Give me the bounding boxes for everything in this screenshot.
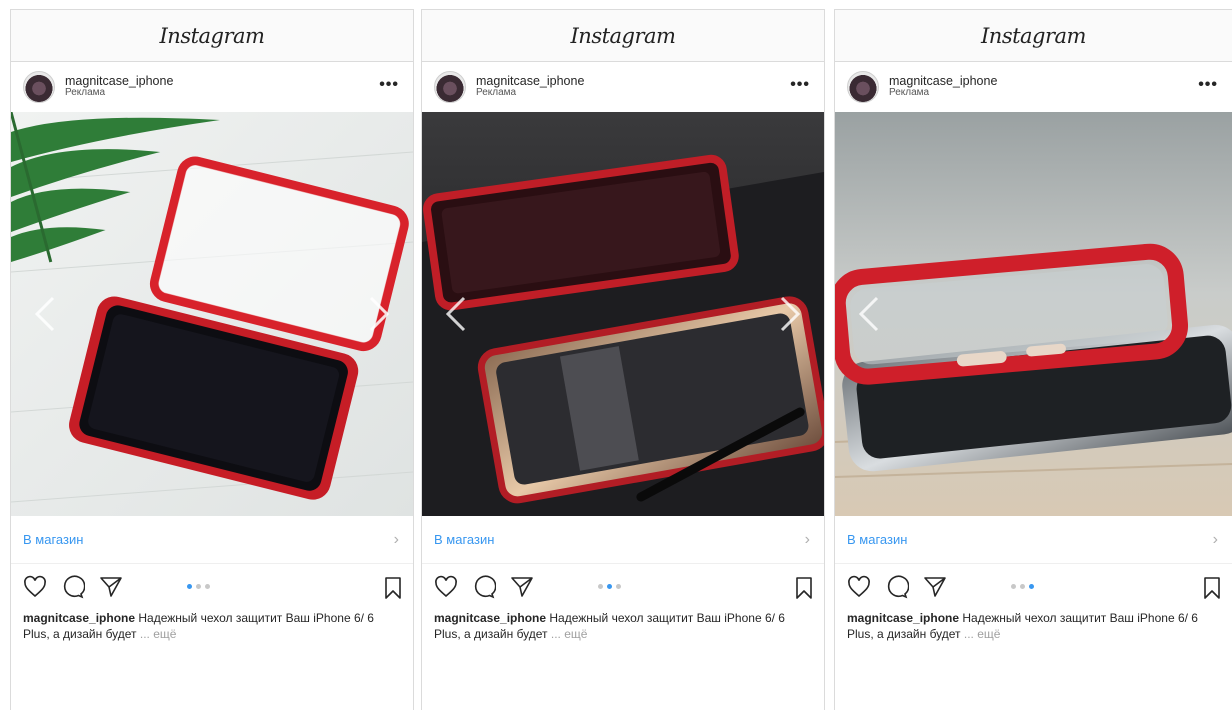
instagram-header: Instagram xyxy=(422,10,824,62)
comment-icon[interactable] xyxy=(61,575,86,599)
post-header: magnitcase_iphone Реклама ••• xyxy=(835,62,1232,112)
user-block: magnitcase_iphone Реклама xyxy=(476,75,584,99)
ad-card-3: Instagram magnitcase_iphone Реклама ••• xyxy=(834,9,1232,710)
chevron-left-icon[interactable] xyxy=(33,296,57,332)
chevron-right-icon: › xyxy=(804,530,810,548)
shop-now-link[interactable]: В магазин › xyxy=(835,516,1232,564)
product-photo-red-case xyxy=(11,112,413,516)
caption-username[interactable]: magnitcase_iphone xyxy=(847,611,959,625)
carousel-dot xyxy=(187,584,192,589)
sponsored-label: Реклама xyxy=(65,87,106,99)
action-bar xyxy=(422,564,824,610)
post-caption: magnitcase_iphone Надежный чехол защитит… xyxy=(835,610,1232,642)
more-icon[interactable]: ••• xyxy=(379,77,399,93)
instagram-logo: Instagram xyxy=(159,23,265,48)
carousel-dot xyxy=(598,584,603,589)
ad-card-2: Instagram magnitcase_iphone Реклама ••• xyxy=(421,9,825,710)
instagram-logo: Instagram xyxy=(570,23,676,48)
caption-more-link[interactable]: ... ещё xyxy=(964,627,1001,641)
carousel-dot xyxy=(607,584,612,589)
heart-icon[interactable] xyxy=(847,575,871,599)
chevron-right-icon[interactable] xyxy=(778,296,802,332)
action-bar xyxy=(835,564,1232,610)
heart-icon[interactable] xyxy=(434,575,458,599)
sponsored-label: Реклама xyxy=(889,87,930,99)
chevron-right-icon: › xyxy=(1212,530,1218,548)
carousel-indicator xyxy=(1011,584,1034,589)
shop-now-link[interactable]: В магазин › xyxy=(422,516,824,564)
instagram-header: Instagram xyxy=(835,10,1232,62)
caption-more-link[interactable]: ... ещё xyxy=(140,627,177,641)
carousel-dot xyxy=(196,584,201,589)
caption-more-link[interactable]: ... ещё xyxy=(551,627,588,641)
share-icon[interactable] xyxy=(510,575,534,599)
post-caption: magnitcase_iphone Надежный чехол защитит… xyxy=(11,610,413,642)
shop-now-label[interactable]: В магазин xyxy=(847,532,907,547)
carousel-indicator xyxy=(598,584,621,589)
chevron-right-icon[interactable] xyxy=(367,296,391,332)
post-photo[interactable] xyxy=(835,112,1232,516)
share-icon[interactable] xyxy=(923,575,947,599)
post-header: magnitcase_iphone Реклама ••• xyxy=(422,62,824,112)
shop-now-label[interactable]: В магазин xyxy=(23,532,83,547)
comment-icon[interactable] xyxy=(885,575,910,599)
post-photo[interactable] xyxy=(11,112,413,516)
caption-username[interactable]: magnitcase_iphone xyxy=(23,611,135,625)
user-block: magnitcase_iphone Реклама xyxy=(65,75,173,99)
sponsored-label: Реклама xyxy=(476,87,517,99)
avatar[interactable] xyxy=(847,71,879,103)
comment-icon[interactable] xyxy=(472,575,497,599)
post-photo[interactable] xyxy=(422,112,824,516)
chevron-right-icon: › xyxy=(393,530,399,548)
product-photo-dark-table xyxy=(422,112,824,516)
bookmark-icon[interactable] xyxy=(1202,576,1222,600)
avatar[interactable] xyxy=(434,71,466,103)
post-header: magnitcase_iphone Реклама ••• xyxy=(11,62,413,112)
carousel-dot xyxy=(1029,584,1034,589)
carousel-dot xyxy=(616,584,621,589)
carousel-dot xyxy=(1011,584,1016,589)
user-block: magnitcase_iphone Реклама xyxy=(889,75,997,99)
bookmark-icon[interactable] xyxy=(794,576,814,600)
instagram-header: Instagram xyxy=(11,10,413,62)
shop-now-link[interactable]: В магазин › xyxy=(11,516,413,564)
ad-card-1: Instagram magnitcase_iphone Реклама ••• xyxy=(10,9,414,710)
carousel-indicator xyxy=(187,584,210,589)
instagram-logo: Instagram xyxy=(981,23,1086,48)
post-caption: magnitcase_iphone Надежный чехол защитит… xyxy=(422,610,824,642)
chevron-left-icon[interactable] xyxy=(444,296,468,332)
share-icon[interactable] xyxy=(99,575,123,599)
caption-username[interactable]: magnitcase_iphone xyxy=(434,611,546,625)
more-icon[interactable]: ••• xyxy=(790,77,810,93)
product-photo-wood-table xyxy=(835,112,1232,516)
shop-now-label[interactable]: В магазин xyxy=(434,532,494,547)
bookmark-icon[interactable] xyxy=(383,576,403,600)
carousel-dot xyxy=(205,584,210,589)
avatar[interactable] xyxy=(23,71,55,103)
chevron-left-icon[interactable] xyxy=(857,296,881,332)
more-icon[interactable]: ••• xyxy=(1198,77,1218,93)
heart-icon[interactable] xyxy=(23,575,47,599)
action-bar xyxy=(11,564,413,610)
carousel-dot xyxy=(1020,584,1025,589)
